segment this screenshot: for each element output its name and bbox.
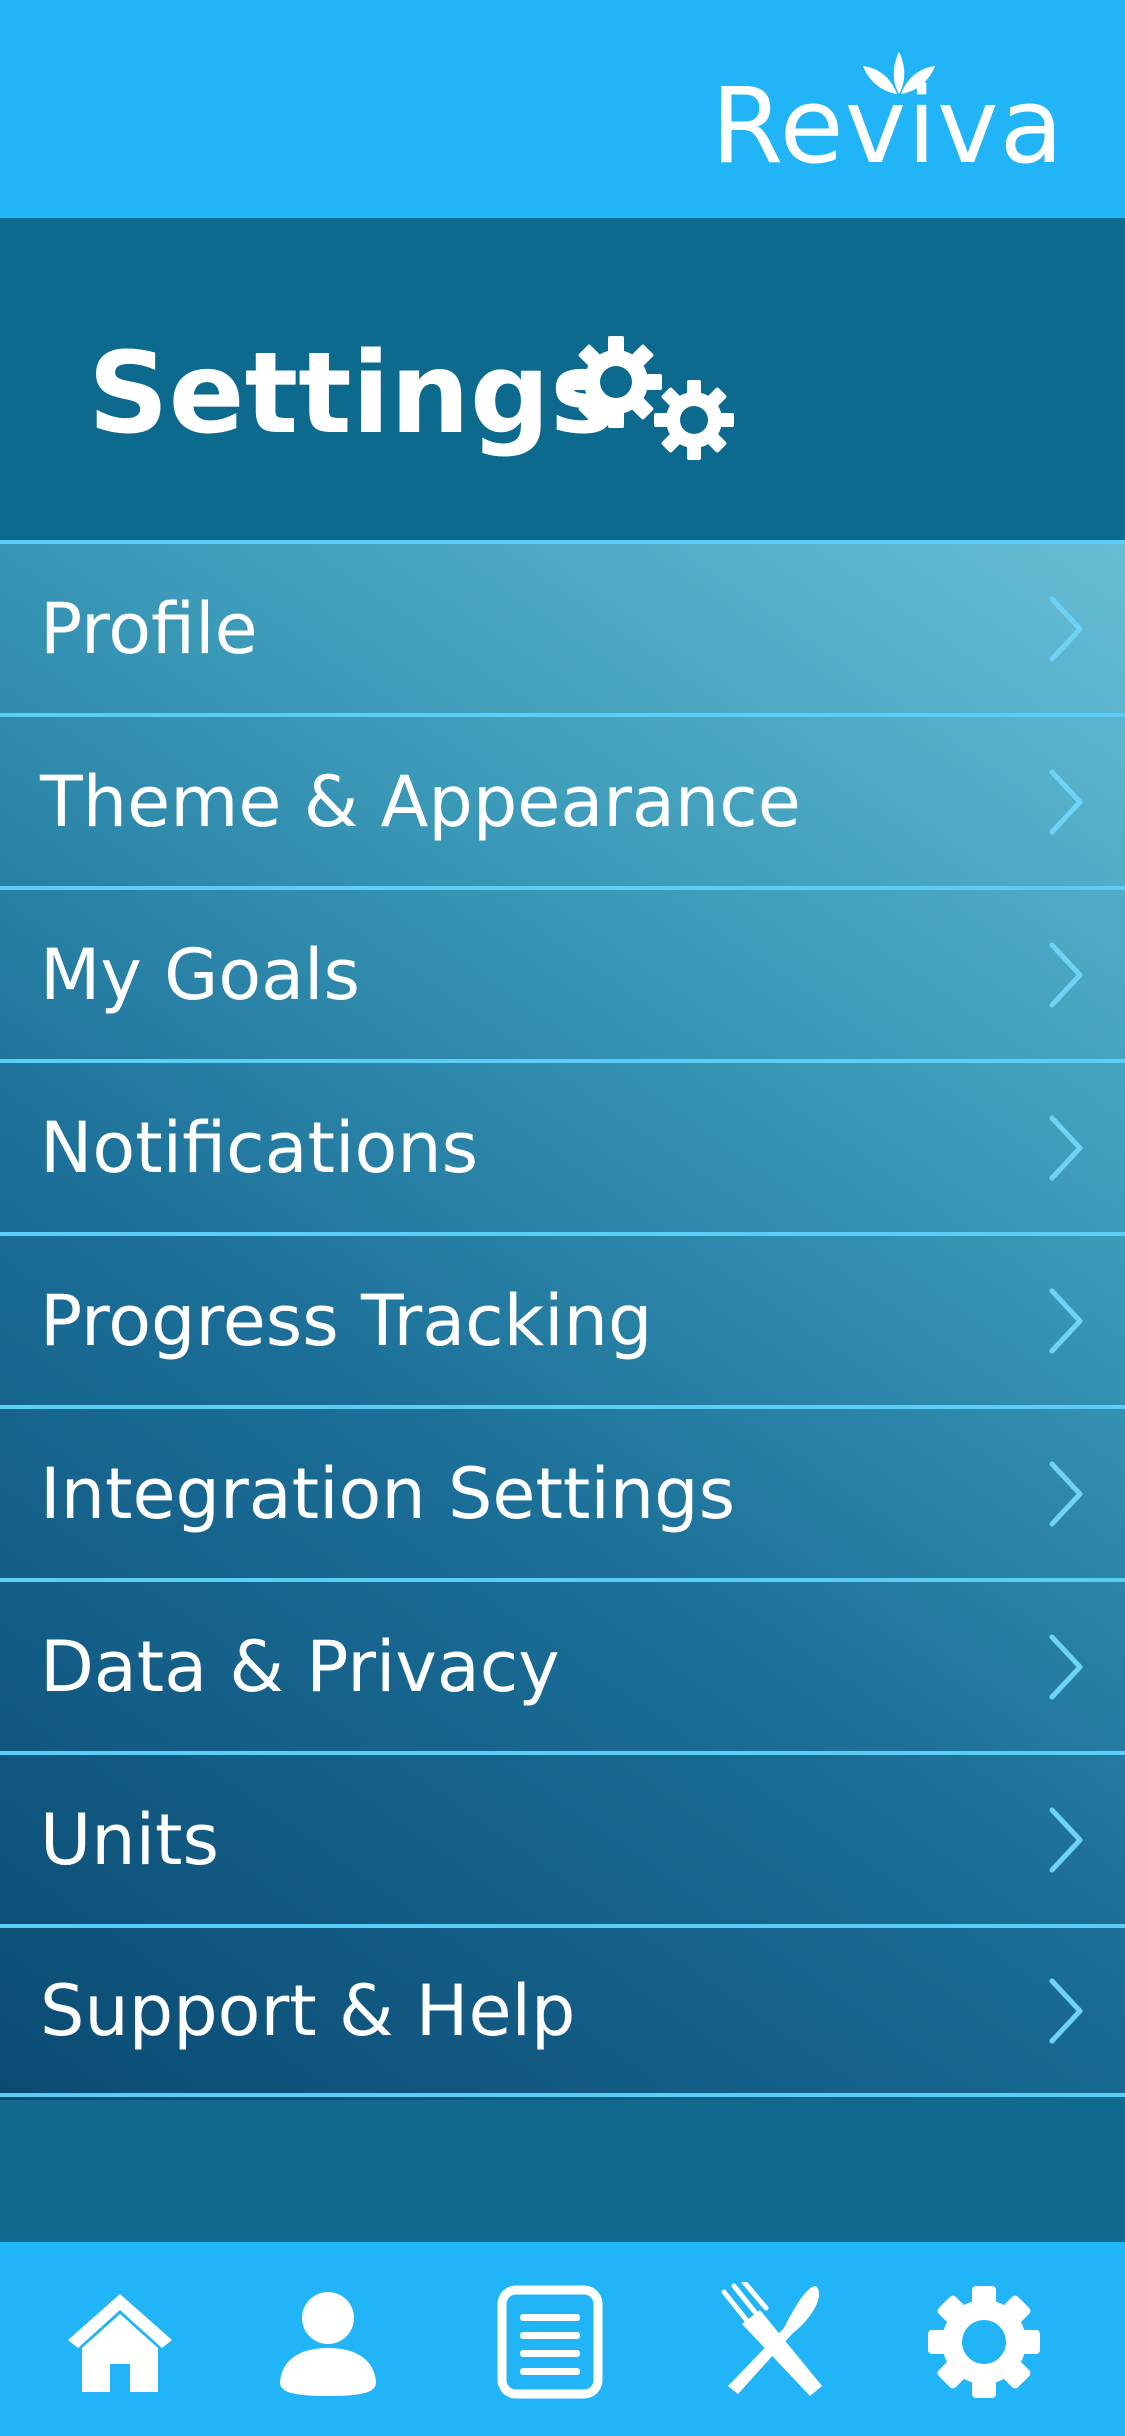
chevron-right-icon <box>1049 1115 1083 1180</box>
chevron-right-icon <box>1049 1288 1083 1353</box>
home-icon <box>68 2294 172 2392</box>
chevron-right-icon <box>1049 1978 1083 2043</box>
menu-item-notifications[interactable]: Notifications <box>0 1059 1125 1232</box>
gear-icon <box>928 2286 1040 2398</box>
list-icon <box>497 2285 603 2399</box>
nav-meals-button[interactable] <box>714 2279 834 2402</box>
menu-item-units[interactable]: Units <box>0 1751 1125 1924</box>
content-spacer <box>0 2100 1125 2242</box>
gears-icon <box>570 336 734 460</box>
page-title: Settings <box>88 329 617 459</box>
app-logo: Reviva <box>711 52 1063 178</box>
nav-settings-button[interactable] <box>924 2282 1044 2402</box>
menu-item-data-privacy[interactable]: Data & Privacy <box>0 1578 1125 1751</box>
nav-home-button[interactable] <box>60 2282 180 2402</box>
chevron-right-icon <box>1049 769 1083 834</box>
menu-item-label: Profile <box>40 587 258 670</box>
settings-menu: Profile Theme & Appearance My Goals Noti… <box>0 540 1125 2100</box>
menu-item-label: Support & Help <box>40 1969 576 2052</box>
page-header: Settings <box>0 218 1125 540</box>
menu-item-theme-appearance[interactable]: Theme & Appearance <box>0 713 1125 886</box>
user-icon <box>280 2292 376 2396</box>
menu-item-my-goals[interactable]: My Goals <box>0 886 1125 1059</box>
menu-item-label: Integration Settings <box>40 1452 736 1535</box>
menu-item-support-help[interactable]: Support & Help <box>0 1924 1125 2097</box>
fork-knife-icon <box>721 2279 822 2396</box>
bottom-nav <box>0 2242 1125 2436</box>
menu-item-label: Progress Tracking <box>40 1279 653 1362</box>
chevron-right-icon <box>1049 1634 1083 1699</box>
chevron-right-icon <box>1049 1461 1083 1526</box>
menu-item-integration-settings[interactable]: Integration Settings <box>0 1405 1125 1578</box>
top-bar: Reviva <box>0 0 1125 218</box>
menu-item-label: Theme & Appearance <box>40 760 801 843</box>
chevron-right-icon <box>1049 1807 1083 1872</box>
menu-item-label: My Goals <box>40 933 360 1016</box>
menu-item-profile[interactable]: Profile <box>0 540 1125 713</box>
logo-text: Reviva <box>711 65 1065 187</box>
menu-item-progress-tracking[interactable]: Progress Tracking <box>0 1232 1125 1405</box>
menu-item-label: Notifications <box>40 1106 479 1189</box>
chevron-right-icon <box>1049 596 1083 661</box>
menu-item-label: Units <box>40 1798 219 1881</box>
nav-profile-button[interactable] <box>268 2282 388 2402</box>
chevron-right-icon <box>1049 942 1083 1007</box>
nav-log-button[interactable] <box>490 2282 610 2402</box>
menu-item-label: Data & Privacy <box>40 1625 560 1708</box>
